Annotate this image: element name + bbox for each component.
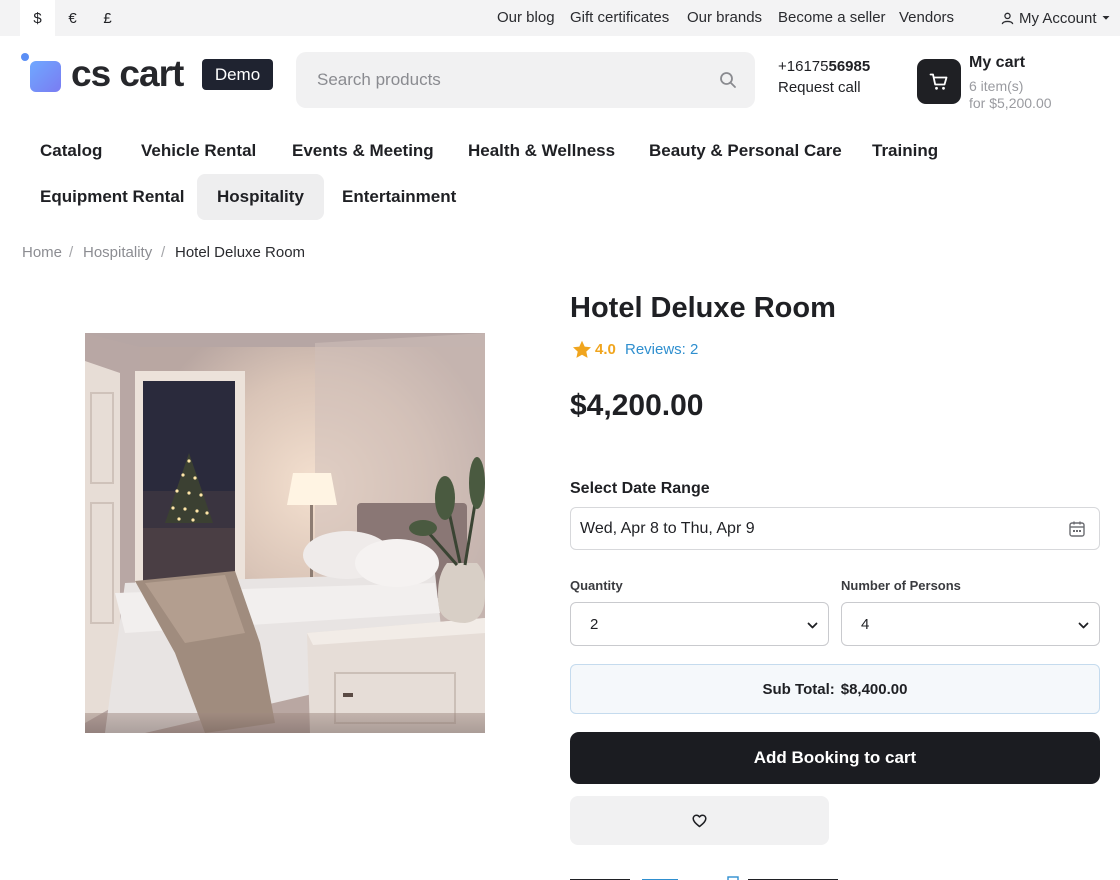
- wishlist-button[interactable]: [570, 796, 829, 845]
- logo-dot: [21, 53, 29, 61]
- my-account-label: My Account: [1019, 9, 1097, 27]
- rating-value: 4.0: [595, 341, 616, 358]
- chevron-down-icon: [807, 622, 818, 629]
- phone-prefix: +16175: [778, 58, 829, 75]
- currency-usd[interactable]: $: [20, 0, 55, 36]
- link-our-blog[interactable]: Our blog: [497, 0, 555, 36]
- quantity-value: 2: [590, 616, 599, 633]
- phone-number[interactable]: +1617556985: [778, 58, 870, 75]
- request-call-link[interactable]: Request call: [778, 79, 861, 96]
- cart-title[interactable]: My cart: [969, 54, 1025, 72]
- breadcrumb-separator: /: [69, 244, 74, 261]
- nav-entertainment[interactable]: Entertainment: [322, 174, 476, 220]
- cart-total: for $5,200.00: [969, 95, 1052, 111]
- persons-value: 4: [861, 616, 870, 633]
- logo-text: cs cart: [71, 53, 184, 94]
- link-become-seller[interactable]: Become a seller: [778, 0, 886, 36]
- date-range-label: Select Date Range: [570, 480, 710, 497]
- add-booking-button[interactable]: Add Booking to cart: [570, 732, 1100, 784]
- search-icon[interactable]: [719, 71, 737, 89]
- nav-health-wellness[interactable]: Health & Wellness: [448, 128, 635, 174]
- logo-mark: [30, 61, 61, 92]
- quantity-label: Quantity: [570, 578, 623, 593]
- phone-suffix: 56985: [828, 58, 871, 75]
- subtotal-label: Sub Total:: [762, 680, 835, 698]
- link-gift-certificates[interactable]: Gift certificates: [570, 0, 669, 36]
- persons-select[interactable]: 4: [841, 602, 1100, 646]
- product-photo: [85, 333, 485, 733]
- cart-item-count: 6 item(s): [969, 78, 1024, 94]
- nav-catalog[interactable]: Catalog: [20, 128, 122, 174]
- top-bar: $ € £ Our blog Gift certificates Our bra…: [0, 0, 1120, 36]
- product-image[interactable]: [85, 333, 485, 733]
- breadcrumb-current: Hotel Deluxe Room: [175, 244, 306, 261]
- search-box: [296, 52, 755, 108]
- caret-down-icon: [1102, 16, 1110, 20]
- quantity-select[interactable]: 2: [570, 602, 829, 646]
- date-range-value: Wed, Apr 8 to Thu, Apr 9: [580, 520, 755, 537]
- cart-button[interactable]: [917, 59, 961, 104]
- nav-vehicle-rental[interactable]: Vehicle Rental: [121, 128, 276, 174]
- link-vendors[interactable]: Vendors: [899, 0, 954, 36]
- breadcrumb-separator: /: [161, 244, 166, 261]
- breadcrumb-hospitality[interactable]: Hospitality: [83, 244, 152, 261]
- currency-eur[interactable]: €: [55, 0, 90, 36]
- reviews-link[interactable]: Reviews: 2: [625, 341, 698, 358]
- subtotal-box: Sub Total: $8,400.00: [570, 664, 1100, 714]
- date-range-field[interactable]: Wed, Apr 8 to Thu, Apr 9: [570, 507, 1100, 550]
- link-our-brands[interactable]: Our brands: [687, 0, 762, 36]
- nav-equipment-rental[interactable]: Equipment Rental: [20, 174, 205, 220]
- cart-icon: [929, 73, 948, 90]
- star-icon: [573, 340, 591, 358]
- subtotal-value: $8,400.00: [840, 680, 908, 698]
- product-title: Hotel Deluxe Room: [570, 292, 836, 324]
- nav-hospitality[interactable]: Hospitality: [197, 174, 324, 220]
- truncated-row: [570, 870, 870, 880]
- product-price: $4,200.00: [570, 389, 704, 422]
- currency-gbp[interactable]: £: [90, 0, 125, 36]
- breadcrumb-home[interactable]: Home: [22, 244, 62, 261]
- user-icon: [1001, 12, 1014, 24]
- nav-beauty-personal-care[interactable]: Beauty & Personal Care: [629, 128, 862, 174]
- calendar-icon[interactable]: [1068, 520, 1086, 538]
- persons-label: Number of Persons: [841, 578, 961, 593]
- heart-icon: [692, 813, 707, 827]
- nav-training[interactable]: Training: [852, 128, 958, 174]
- demo-badge: Demo: [202, 59, 273, 90]
- search-input[interactable]: [296, 52, 696, 108]
- nav-events-meeting[interactable]: Events & Meeting: [272, 128, 454, 174]
- chevron-down-icon: [1078, 622, 1089, 629]
- product-rating: 4.0: [572, 340, 616, 359]
- truncated-content: [570, 876, 838, 880]
- my-account-menu[interactable]: My Account: [1001, 0, 1110, 36]
